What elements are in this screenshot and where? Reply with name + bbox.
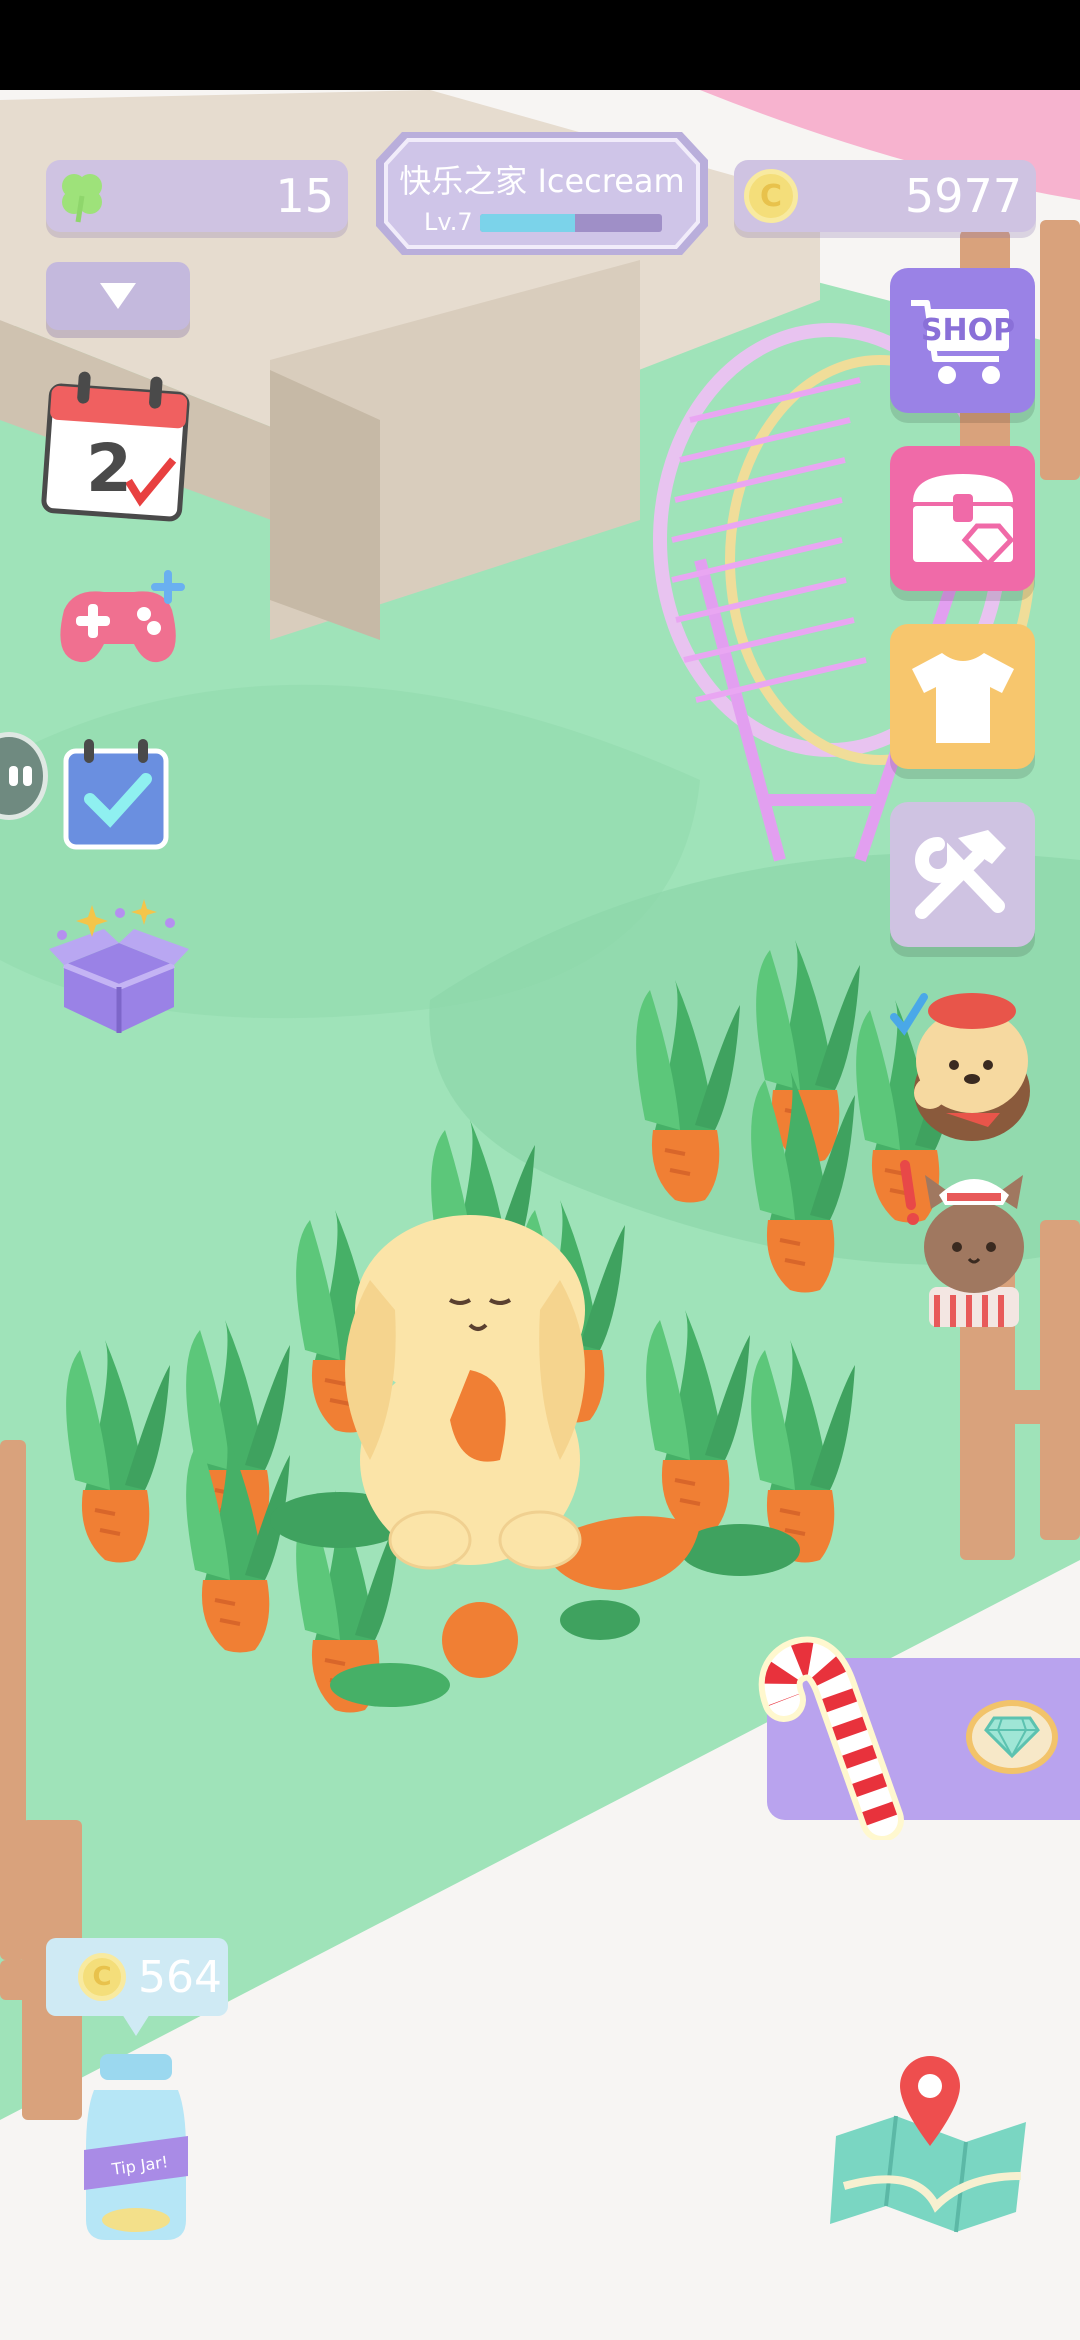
task-checklist-icon — [63, 739, 169, 850]
mystery-box-button[interactable] — [44, 895, 194, 1045]
diamond-icon — [966, 1700, 1058, 1774]
level-progress-track — [480, 214, 662, 232]
chevron-down-icon — [100, 283, 136, 309]
gamepad-plus-icon — [60, 570, 185, 663]
home-name: 快乐之家 Icecream — [399, 162, 685, 200]
visitor-cat-avatar[interactable] — [885, 1155, 1035, 1330]
status-bar — [0, 0, 1080, 90]
tip-jar-coin-bubble[interactable]: C 564 — [46, 1938, 228, 2036]
clover-count: 15 — [275, 169, 334, 223]
pause-dots-icon — [9, 766, 32, 786]
tasks-button[interactable] — [62, 735, 172, 851]
coin-counter[interactable]: C 5977 — [734, 160, 1036, 232]
world-map-button[interactable] — [826, 2056, 1036, 2236]
level-label: Lv.7 — [424, 208, 473, 236]
shop-button[interactable]: SHOP — [890, 268, 1035, 413]
visitor-dog-avatar[interactable] — [880, 975, 1040, 1145]
clover-icon — [62, 174, 102, 223]
tshirt-icon — [911, 652, 1014, 743]
daily-checkin-button[interactable]: 2 — [36, 360, 196, 525]
candy-cane-icon — [758, 1636, 904, 1840]
tip-jar-icon — [84, 2054, 188, 2240]
coin-icon: C — [78, 1953, 126, 2001]
bunny-pet[interactable] — [345, 1215, 585, 1570]
level-progress-fill — [480, 214, 575, 232]
treasure-chest-button[interactable] — [890, 446, 1035, 591]
shop-label: SHOP — [920, 313, 1016, 348]
treasure-chest-icon — [912, 473, 1014, 568]
hammer-wrench-icon — [914, 829, 1006, 919]
minigame-button[interactable] — [44, 570, 194, 670]
tip-jar-button[interactable]: Tip Jar! — [76, 2050, 196, 2245]
coin-icon: C — [744, 169, 798, 223]
coin-count: 5977 — [904, 169, 1022, 223]
menu-dropdown-button[interactable] — [46, 262, 190, 330]
calendar-day: 2 — [86, 430, 132, 507]
clover-counter[interactable]: 15 — [46, 160, 348, 232]
build-tools-button[interactable] — [890, 802, 1035, 947]
wardrobe-button[interactable] — [890, 624, 1035, 769]
sparkle-box-icon — [49, 899, 189, 1033]
home-badge[interactable]: 快乐之家 Icecream Lv.7 — [372, 126, 712, 261]
tip-jar-coins: 564 — [138, 1951, 222, 2003]
map-pin-icon — [830, 2056, 1026, 2233]
